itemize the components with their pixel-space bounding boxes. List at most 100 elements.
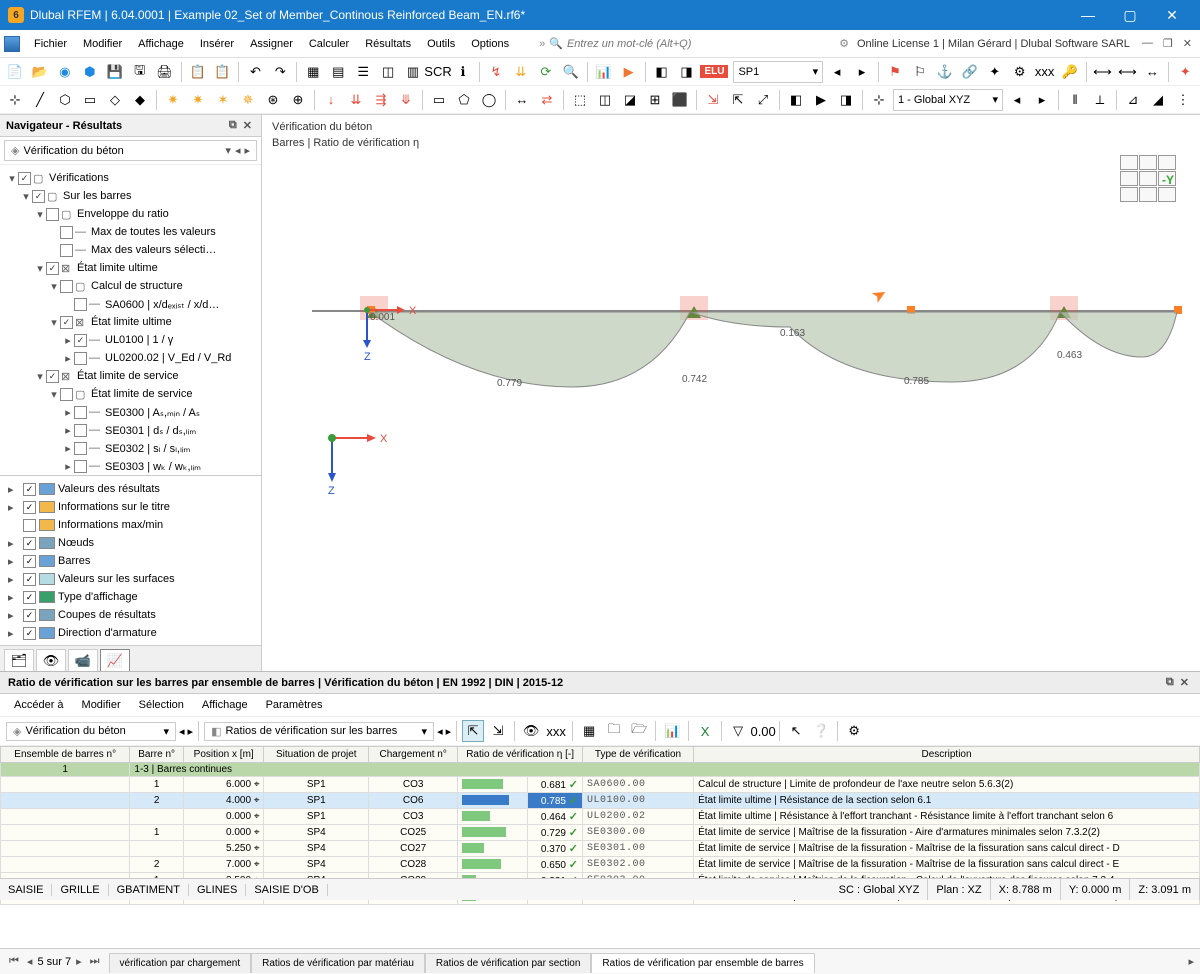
tool-d[interactable]: xxx <box>545 720 567 742</box>
print-button[interactable]: 🖨 <box>154 61 176 83</box>
geom-b[interactable]: ╱ <box>29 89 51 111</box>
opt2-button[interactable]: ⚙ <box>1009 61 1031 83</box>
sel-rect[interactable]: ▭ <box>428 89 450 111</box>
menu-modifier[interactable]: Modifier <box>75 34 130 54</box>
col-header[interactable]: Type de vérification <box>582 747 693 763</box>
load-combo-dropdown[interactable]: SP1▾ <box>733 61 823 83</box>
chain-button[interactable]: 🔗 <box>959 61 981 83</box>
tool-b[interactable]: ⇲ <box>487 720 509 742</box>
model-button[interactable]: ⬢ <box>79 61 101 83</box>
list-button[interactable]: ☰ <box>352 61 374 83</box>
tree-node[interactable]: ▾⊠État limite ultime <box>2 259 259 277</box>
compass-button[interactable]: ✦ <box>1174 61 1196 83</box>
paste-button[interactable]: 📋 <box>212 61 234 83</box>
mdi-minimize-button[interactable]: — <box>1138 35 1157 52</box>
geom-c[interactable]: ⬡ <box>54 89 76 111</box>
new-button[interactable]: 📄 <box>4 61 26 83</box>
res2-button[interactable]: ◨ <box>676 61 698 83</box>
page-next[interactable]: ▸ <box>73 955 85 968</box>
export-xls-button[interactable]: X <box>694 720 716 742</box>
tool-g[interactable]: 🗁 <box>628 720 650 742</box>
table-tab[interactable]: Ratios de vérification par section <box>425 953 592 973</box>
graphics-viewport[interactable]: Vérification du béton Barres | Ratio de … <box>262 115 1200 671</box>
view-top[interactable]: ⊞ <box>644 89 666 111</box>
dd2-next[interactable]: ▸ <box>446 725 452 738</box>
misc-a[interactable]: ⊿ <box>1122 89 1144 111</box>
tree-node[interactable]: ▸—SE0301 | dₛ / dₛ,ₗᵢₘ <box>2 421 259 439</box>
tree-node[interactable]: ▸—UL0200.02 | V_Ed / V_Rd <box>2 349 259 367</box>
search-input[interactable] <box>567 38 767 50</box>
save-button[interactable]: 💾 <box>104 61 126 83</box>
loads2-button[interactable]: ⇊ <box>510 61 532 83</box>
tree-node[interactable]: —Max des valeurs sélecti… <box>2 241 259 259</box>
calc-button[interactable]: 📊 <box>593 61 615 83</box>
tool-a[interactable]: ⇱ <box>462 720 484 742</box>
table-row[interactable]: 16.000 ⌖SP1CO30.681 ✓SA0600.00Calcul de … <box>1 777 1200 793</box>
panel-close-icon[interactable]: ✕ <box>240 119 255 132</box>
misc-c[interactable]: ⋮ <box>1172 89 1194 111</box>
col-header[interactable]: Barre n° <box>130 747 183 763</box>
col-header[interactable]: Situation de projet <box>264 747 369 763</box>
anchor-button[interactable]: ⚓ <box>934 61 956 83</box>
tab-eye-icon[interactable]: 👁 <box>36 649 66 671</box>
tree-node[interactable]: ▸—SE0302 | sₗ / sₗ,ₗᵢₘ <box>2 439 259 457</box>
i-button[interactable]: ℹ <box>452 61 474 83</box>
tool-e[interactable]: ▦ <box>578 720 600 742</box>
key-button[interactable]: 🔑 <box>1059 61 1081 83</box>
magnify-button[interactable]: 🔍 <box>560 61 582 83</box>
dd-prev[interactable]: ◂ <box>179 725 185 738</box>
table-tab[interactable]: Ratios de vérification par matériau <box>251 953 425 973</box>
display-option[interactable]: ▸Direction d'armature <box>2 624 259 642</box>
node-b[interactable]: ✷ <box>187 89 209 111</box>
load-b[interactable]: ⇊ <box>345 89 367 111</box>
page-last[interactable]: ⏭ <box>87 955 103 968</box>
tree-node[interactable]: ▾▢Enveloppe du ratio <box>2 205 259 223</box>
load-d[interactable]: ⤋ <box>395 89 417 111</box>
tree-node[interactable]: —Max de toutes les valeurs <box>2 223 259 241</box>
node-f[interactable]: ⊕ <box>287 89 309 111</box>
menu-résultats[interactable]: Résultats <box>357 34 419 54</box>
view-3d[interactable]: ⬛ <box>669 89 691 111</box>
pointer-button[interactable]: ↖ <box>785 720 807 742</box>
tree-node[interactable]: ▾▢Vérifications <box>2 169 259 187</box>
xxx-button[interactable]: xxx <box>1034 61 1056 83</box>
col-header[interactable]: Description <box>694 747 1200 763</box>
props-button[interactable]: ◫ <box>377 61 399 83</box>
view-cube[interactable]: -Y <box>1120 155 1180 205</box>
geom-a[interactable]: ⊹ <box>4 89 26 111</box>
geom-d[interactable]: ▭ <box>79 89 101 111</box>
view-side[interactable]: ◪ <box>619 89 641 111</box>
display-option[interactable]: ▸Valeurs des résultats <box>2 480 259 498</box>
tree-node[interactable]: ▾▢Sur les barres <box>2 187 259 205</box>
link-b[interactable]: ⇱ <box>727 89 749 111</box>
sel-poly[interactable]: ⬠ <box>453 89 475 111</box>
nav-prev-icon[interactable]: ◂ <box>235 144 241 157</box>
dim-a[interactable]: ‖ <box>1064 89 1086 111</box>
misc-b[interactable]: ◢ <box>1147 89 1169 111</box>
display-option[interactable]: ▸Informations sur le titre <box>2 498 259 516</box>
tab-camera-icon[interactable]: 📹 <box>68 649 98 671</box>
undo-button[interactable]: ↶ <box>244 61 266 83</box>
col-header[interactable]: Ensemble de barres n° <box>1 747 130 763</box>
tool-f[interactable]: 🗀 <box>603 720 625 742</box>
flag2-button[interactable]: ⚐ <box>909 61 931 83</box>
nav-next-button[interactable]: ▸ <box>851 61 873 83</box>
table-row[interactable]: 10.000 ⌖SP4CO250.729 ✓SE0300.00État limi… <box>1 825 1200 841</box>
menu-options[interactable]: Options <box>463 34 517 54</box>
decimals-button[interactable]: 0.00 <box>752 720 774 742</box>
nav-prev-button[interactable]: ◂ <box>826 61 848 83</box>
table-menu-sélection[interactable]: Sélection <box>131 696 192 714</box>
view-front[interactable]: ◫ <box>594 89 616 111</box>
minimize-button[interactable]: — <box>1068 3 1108 27</box>
table-button[interactable]: ▤ <box>327 61 349 83</box>
res1-button[interactable]: ◧ <box>651 61 673 83</box>
dim-b[interactable]: ⟂ <box>1089 89 1111 111</box>
tree-node[interactable]: ▾⊠État limite de service <box>2 367 259 385</box>
dim1-button[interactable]: ⟷ <box>1092 61 1114 83</box>
open-button[interactable]: 📂 <box>29 61 51 83</box>
table-row[interactable]: 0.000 ⌖SP1CO30.464 ✓UL0200.02État limite… <box>1 809 1200 825</box>
tree-node[interactable]: ▾▢État limite de service <box>2 385 259 403</box>
tree-node[interactable]: ▸—UL0100 | 1 / γ <box>2 331 259 349</box>
table-row[interactable]: 27.000 ⌖SP4CO280.650 ✓SE0302.00État limi… <box>1 857 1200 873</box>
cs-prev[interactable]: ◂ <box>1006 89 1028 111</box>
